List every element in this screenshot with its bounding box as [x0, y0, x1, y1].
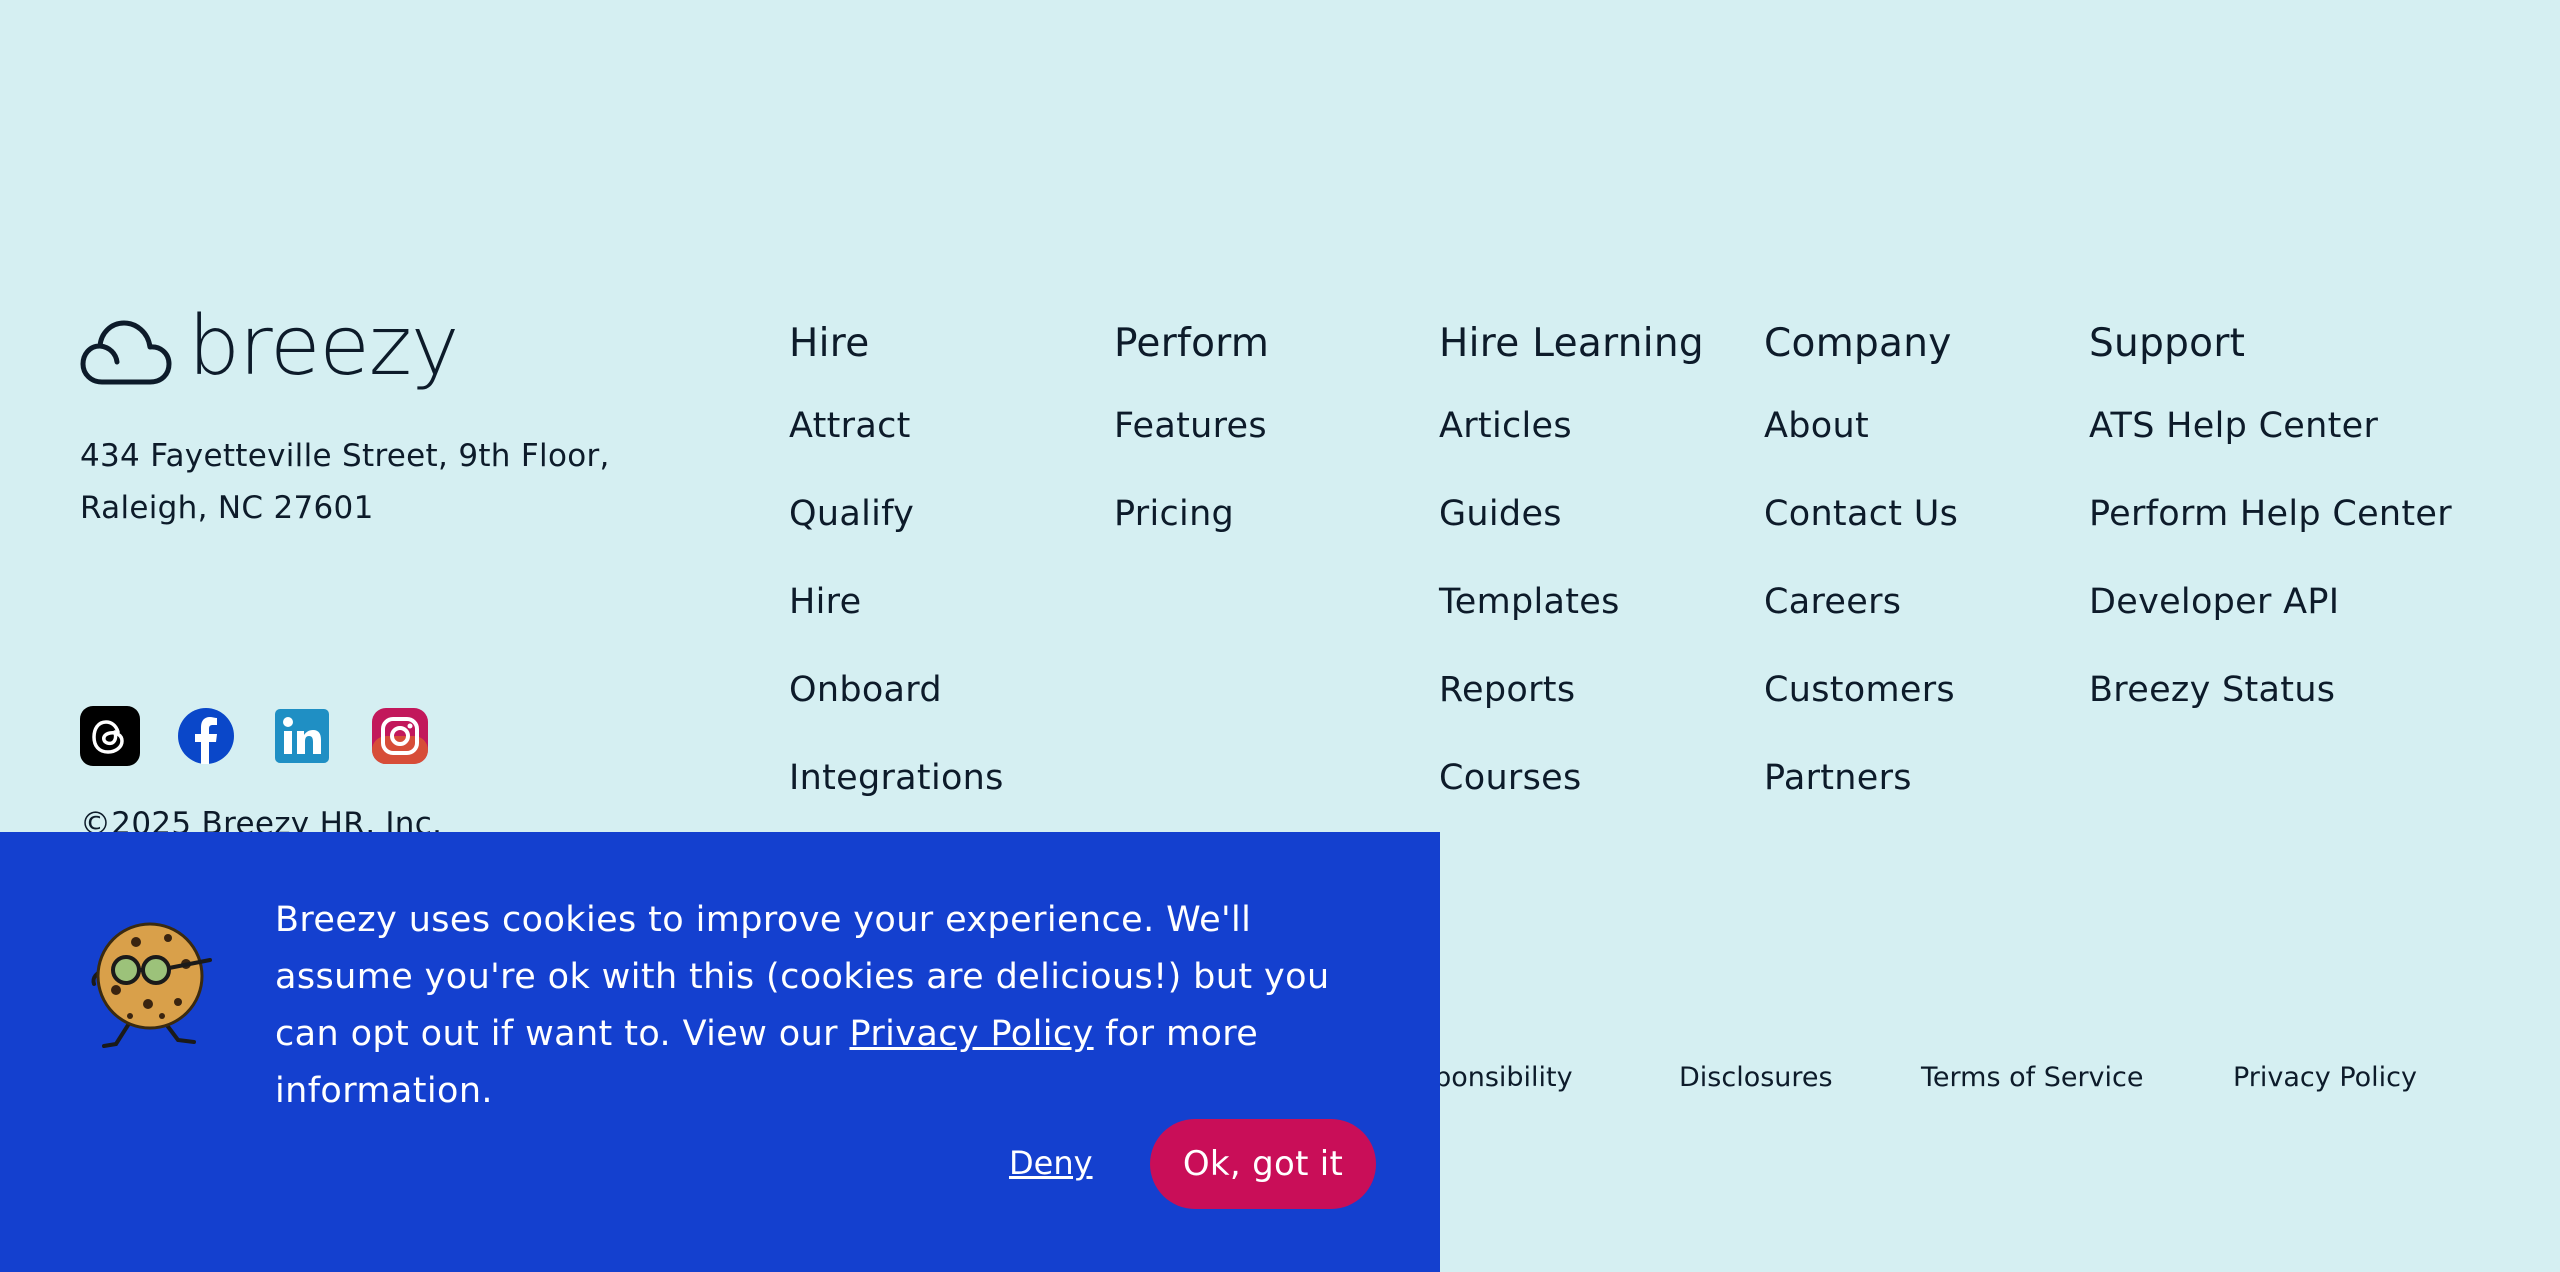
- footer-link-reports[interactable]: Reports: [1439, 664, 1704, 716]
- threads-link[interactable]: [80, 706, 140, 766]
- legal-link-responsibility[interactable]: sponsibility: [1420, 1062, 1573, 1093]
- footer-link-features[interactable]: Features: [1114, 400, 1269, 452]
- cookie-mascot-icon: [91, 922, 212, 1048]
- footer-column-hire: Hire Attract Qualify Hire Onboard Integr…: [789, 318, 1004, 804]
- footer-column-support: Support ATS Help Center Perform Help Cen…: [2089, 318, 2452, 716]
- legal-link-disclosures[interactable]: Disclosures: [1679, 1062, 1833, 1093]
- footer-link-onboard[interactable]: Onboard: [789, 664, 1004, 716]
- deny-cookies-button[interactable]: Deny: [1009, 1144, 1093, 1182]
- brand-name: breezy: [188, 299, 459, 394]
- legal-link-privacy-policy[interactable]: Privacy Policy: [2233, 1062, 2417, 1093]
- accept-cookies-button[interactable]: Ok, got it: [1150, 1119, 1376, 1209]
- footer-link-attract[interactable]: Attract: [789, 400, 1004, 452]
- footer-link-perform-help-center[interactable]: Perform Help Center: [2089, 488, 2452, 540]
- column-heading-hire-learning: Hire Learning: [1439, 321, 1704, 366]
- cookie-privacy-policy-link[interactable]: Privacy Policy: [849, 1014, 1093, 1054]
- company-address: 434 Fayetteville Street, 9th Floor, Rale…: [80, 430, 610, 534]
- footer-column-hire-learning: Hire Learning Articles Guides Templates …: [1439, 318, 1704, 804]
- footer-link-hire[interactable]: Hire: [789, 576, 1004, 628]
- footer-link-pricing[interactable]: Pricing: [1114, 488, 1269, 540]
- footer-column-company: Company About Contact Us Careers Custome…: [1764, 318, 1958, 804]
- column-heading-company: Company: [1764, 321, 1952, 366]
- column-heading-perform: Perform: [1114, 321, 1270, 366]
- facebook-link[interactable]: [176, 706, 236, 766]
- legal-link-terms-of-service[interactable]: Terms of Service: [1921, 1062, 2144, 1093]
- facebook-icon: [178, 708, 234, 764]
- footer-link-integrations[interactable]: Integrations: [789, 752, 1004, 804]
- threads-icon: [80, 706, 140, 766]
- footer-link-articles[interactable]: Articles: [1439, 400, 1704, 452]
- column-heading-support: Support: [2089, 321, 2246, 366]
- instagram-link[interactable]: [370, 706, 430, 766]
- breezy-logo[interactable]: breezy: [80, 306, 459, 400]
- footer-link-breezy-status[interactable]: Breezy Status: [2089, 664, 2452, 716]
- footer-link-partners[interactable]: Partners: [1764, 752, 1958, 804]
- cookie-message: Breezy uses cookies to improve your expe…: [275, 892, 1395, 1120]
- footer-link-ats-help-center[interactable]: ATS Help Center: [2089, 400, 2452, 452]
- footer-link-qualify[interactable]: Qualify: [789, 488, 1004, 540]
- cookie-consent-banner: Breezy uses cookies to improve your expe…: [0, 832, 1440, 1272]
- footer-link-developer-api[interactable]: Developer API: [2089, 576, 2452, 628]
- footer-link-customers[interactable]: Customers: [1764, 664, 1958, 716]
- footer-link-about[interactable]: About: [1764, 400, 1958, 452]
- instagram-icon: [372, 708, 428, 764]
- footer-link-templates[interactable]: Templates: [1439, 576, 1704, 628]
- linkedin-link[interactable]: [272, 706, 332, 766]
- address-line-2: Raleigh, NC 27601: [80, 490, 374, 526]
- footer-link-careers[interactable]: Careers: [1764, 576, 1958, 628]
- footer-link-guides[interactable]: Guides: [1439, 488, 1704, 540]
- column-heading-hire: Hire: [789, 321, 870, 366]
- address-line-1: 434 Fayetteville Street, 9th Floor,: [80, 438, 610, 474]
- linkedin-icon: [275, 709, 329, 763]
- footer-column-perform: Perform Features Pricing: [1114, 318, 1269, 540]
- cloud-logo-icon: [80, 320, 172, 385]
- footer-link-contact-us[interactable]: Contact Us: [1764, 488, 1958, 540]
- footer-link-courses[interactable]: Courses: [1439, 752, 1704, 804]
